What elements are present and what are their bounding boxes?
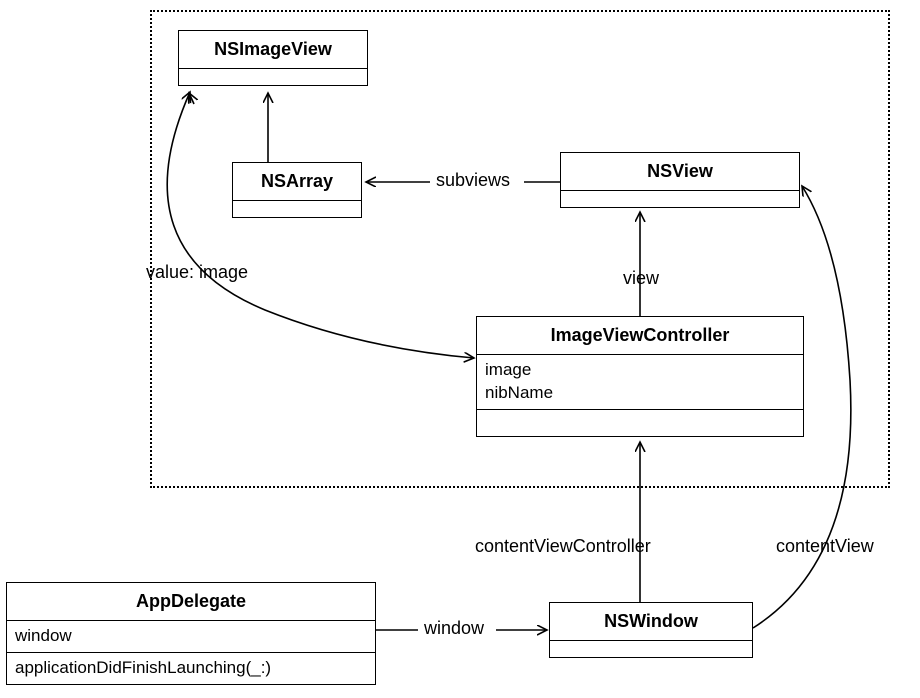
class-ops: applicationDidFinishLaunching(_:) — [7, 653, 375, 684]
class-title: NSWindow — [550, 603, 752, 641]
class-nsimageview: NSImageView — [178, 30, 368, 86]
class-title: NSArray — [233, 163, 361, 201]
class-attr: window — [15, 625, 367, 648]
class-title: NSImageView — [179, 31, 367, 69]
class-ops — [477, 410, 803, 436]
class-op: applicationDidFinishLaunching(_:) — [15, 657, 367, 680]
label-subviews: subviews — [436, 170, 510, 191]
class-title: NSView — [561, 153, 799, 191]
class-attr: image — [485, 359, 795, 382]
class-appdelegate: AppDelegate window applicationDidFinishL… — [6, 582, 376, 685]
class-attrs: image nibName — [477, 355, 803, 410]
class-title: AppDelegate — [7, 583, 375, 621]
class-imageviewcontroller: ImageViewController image nibName — [476, 316, 804, 437]
class-body — [179, 69, 367, 85]
class-body — [561, 191, 799, 207]
class-title: ImageViewController — [477, 317, 803, 355]
label-contentview: contentView — [776, 536, 874, 557]
label-window: window — [424, 618, 484, 639]
class-nsview: NSView — [560, 152, 800, 208]
class-nswindow: NSWindow — [549, 602, 753, 658]
class-nsarray: NSArray — [232, 162, 362, 218]
class-attr: nibName — [485, 382, 795, 405]
class-attrs: window — [7, 621, 375, 653]
label-value-image: value: image — [146, 262, 248, 283]
class-body — [233, 201, 361, 217]
class-body — [550, 641, 752, 657]
label-contentviewcontroller: contentViewController — [475, 536, 651, 557]
label-view: view — [623, 268, 659, 289]
